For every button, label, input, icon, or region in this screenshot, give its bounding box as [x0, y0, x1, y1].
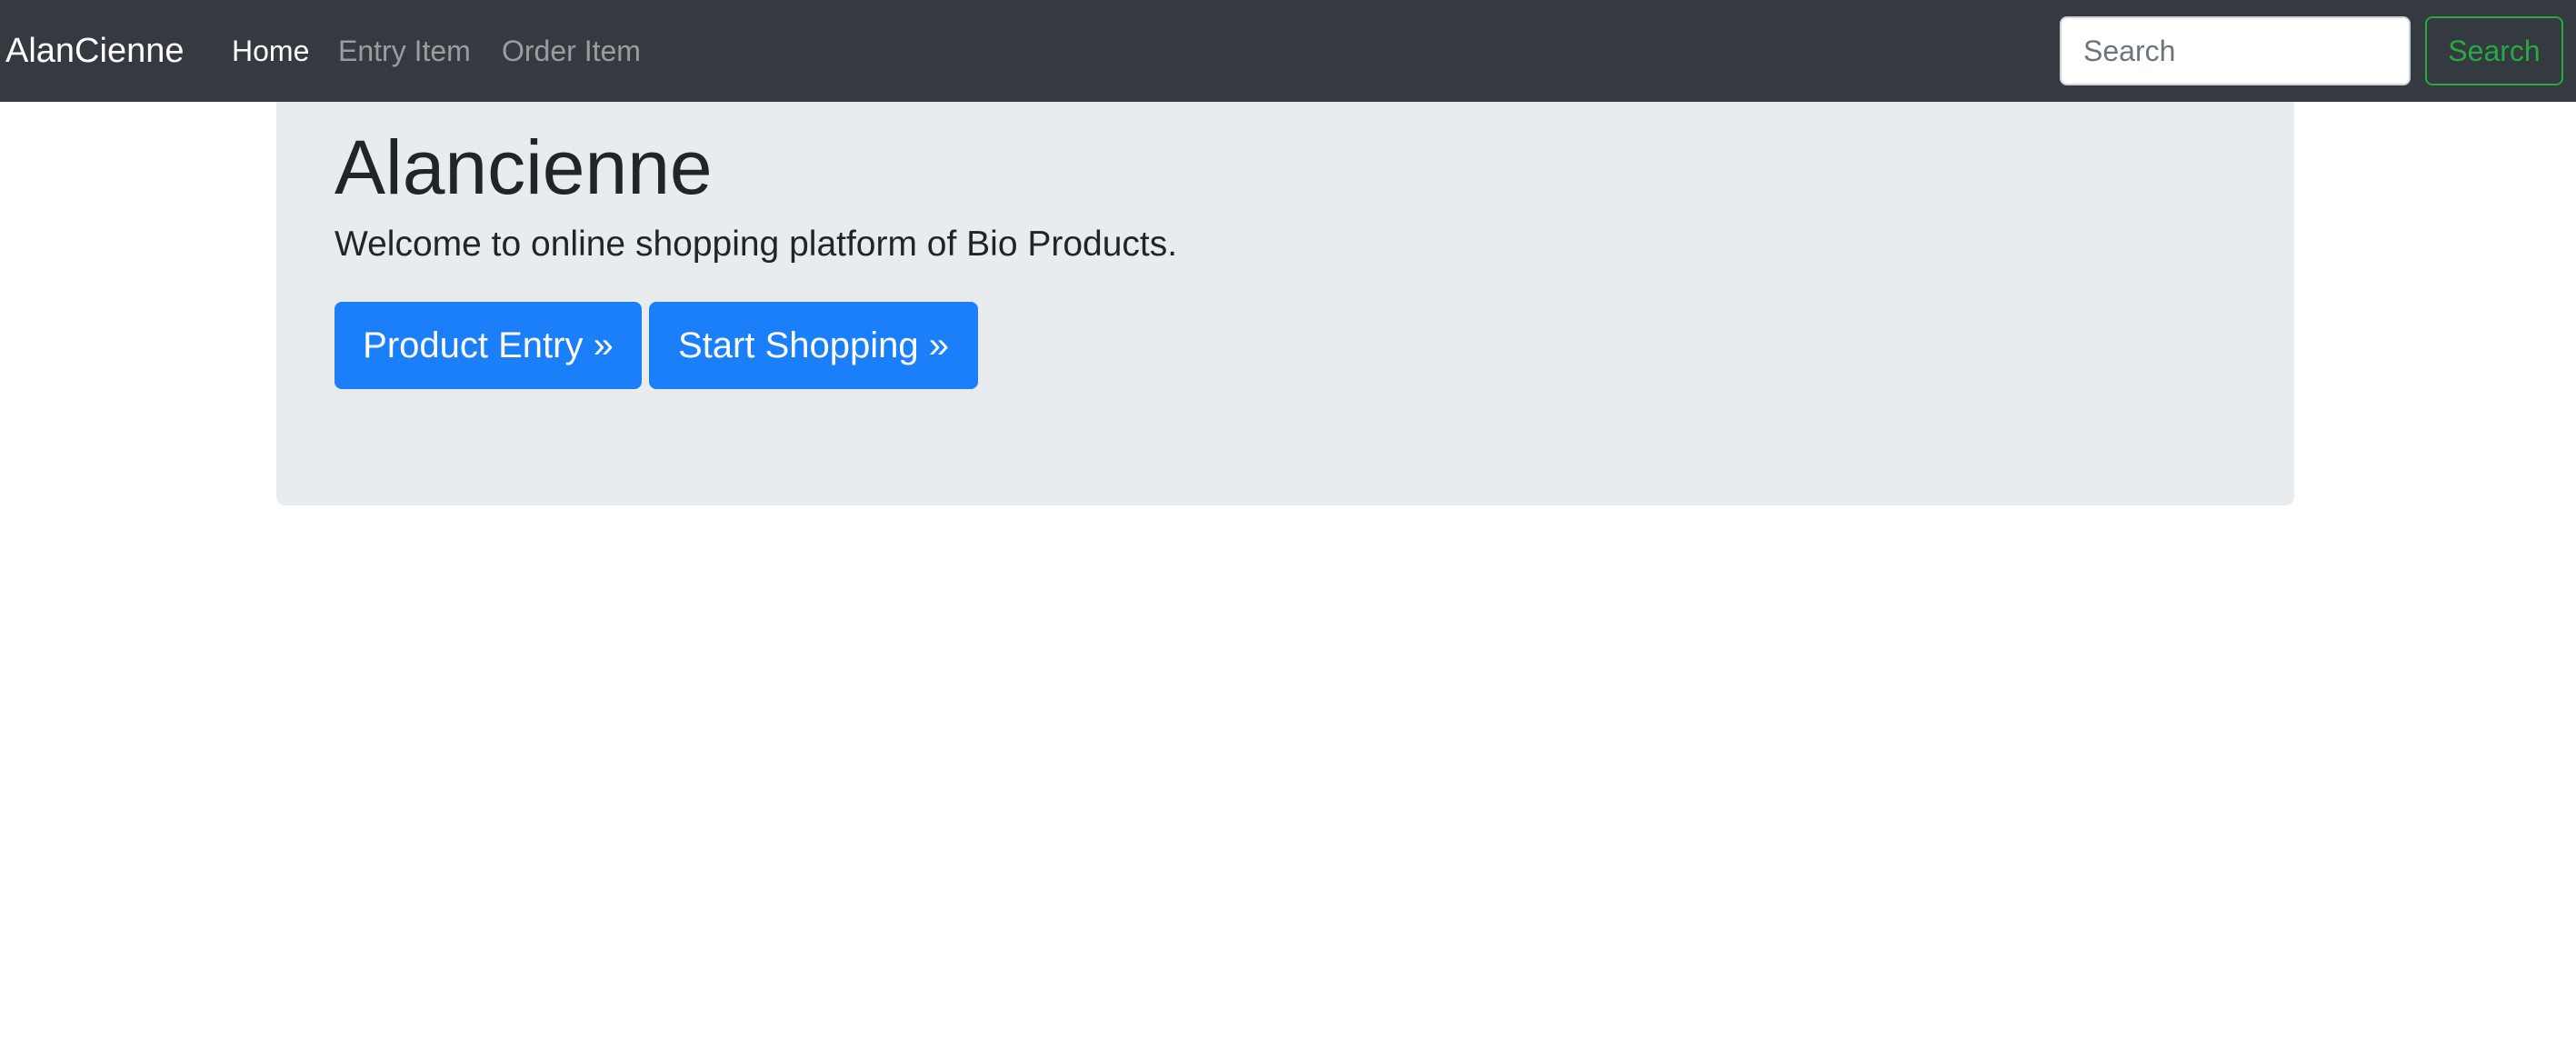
brand-logo-link[interactable]: AlanCienne: [5, 34, 184, 68]
search-button[interactable]: Search: [2425, 16, 2563, 85]
top-navbar: AlanCienne Home Entry Item Order Item Se…: [0, 0, 2576, 102]
product-entry-button[interactable]: Product Entry »: [334, 302, 642, 389]
welcome-text: Welcome to online shopping platform of B…: [334, 225, 1178, 264]
jumbotron: Alancienne Welcome to online shopping pl…: [276, 102, 2294, 505]
nav-link-entry-item[interactable]: Entry Item: [338, 36, 471, 65]
page-title: Alancienne: [334, 125, 713, 210]
search-input[interactable]: [2060, 16, 2411, 85]
nav-link-order-item[interactable]: Order Item: [502, 36, 641, 65]
nav-link-home[interactable]: Home: [232, 36, 309, 65]
start-shopping-button[interactable]: Start Shopping »: [649, 302, 978, 389]
